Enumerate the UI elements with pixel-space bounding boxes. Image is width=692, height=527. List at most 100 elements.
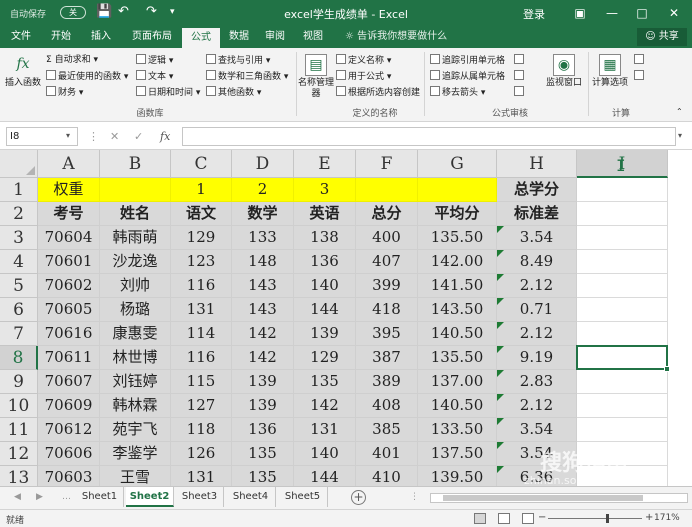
more-sheets-icon[interactable]: … [62, 492, 71, 502]
insert-function-button[interactable]: fx 插入函数 [4, 54, 42, 89]
cell-i8[interactable] [577, 346, 668, 370]
cell-i10[interactable] [577, 394, 668, 418]
cell-c11[interactable]: 118 [171, 418, 232, 442]
cell-e7[interactable]: 139 [294, 322, 356, 346]
cell-d5[interactable]: 143 [232, 274, 294, 298]
cell-h1[interactable]: 总学分 [497, 178, 577, 202]
row-header-5[interactable]: 5 [0, 274, 38, 298]
row-header-8[interactable]: 8 [0, 346, 38, 370]
cell-b7[interactable]: 康惠雯 [100, 322, 171, 346]
cell-f9[interactable]: 389 [356, 370, 418, 394]
cell-e8[interactable]: 129 [294, 346, 356, 370]
autosave-toggle[interactable]: 关 [60, 6, 86, 19]
cell-g5[interactable]: 141.50 [418, 274, 497, 298]
cell-i7[interactable] [577, 322, 668, 346]
recent-functions-button[interactable]: 最近使用的函数 ▾ [46, 70, 128, 83]
cell-d6[interactable]: 143 [232, 298, 294, 322]
cell-d9[interactable]: 139 [232, 370, 294, 394]
trace-precedents-button[interactable]: 追踪引用单元格 [430, 54, 505, 67]
cell-g12[interactable]: 137.50 [418, 442, 497, 466]
cell-b9[interactable]: 刘钰婷 [100, 370, 171, 394]
cell-g4[interactable]: 142.00 [418, 250, 497, 274]
column-header-h[interactable]: H [497, 150, 577, 178]
row-header-4[interactable]: 4 [0, 250, 38, 274]
cell-b5[interactable]: 刘帅 [100, 274, 171, 298]
cell-b12[interactable]: 李鉴学 [100, 442, 171, 466]
name-manager-button[interactable]: ▤ 名称管理器 [298, 54, 334, 100]
cell-g2[interactable]: 平均分 [418, 202, 497, 226]
cell-c12[interactable]: 126 [171, 442, 232, 466]
cell-c9[interactable]: 115 [171, 370, 232, 394]
calc-options-button[interactable]: ▦ 计算选项 [590, 54, 630, 89]
formula-input[interactable] [182, 127, 676, 146]
column-header-g[interactable]: G [418, 150, 497, 178]
define-name-button[interactable]: 定义名称 ▾ [336, 54, 391, 67]
cell-b8[interactable]: 林世博 [100, 346, 171, 370]
use-in-formula-button[interactable]: 用于公式 ▾ [336, 70, 391, 83]
cell-i2[interactable] [577, 202, 668, 226]
cell-b13[interactable]: 王雪 [100, 466, 171, 486]
cell-e9[interactable]: 135 [294, 370, 356, 394]
add-sheet-icon[interactable]: + [351, 490, 366, 505]
cell-g11[interactable]: 133.50 [418, 418, 497, 442]
cell-h5[interactable]: 2.12 [497, 274, 577, 298]
undo-icon[interactable]: ↶ [118, 4, 129, 20]
tab-review[interactable]: 审阅 [258, 26, 292, 48]
cell-b10[interactable]: 韩林霖 [100, 394, 171, 418]
ribbon-display-icon[interactable]: ▣ [568, 3, 592, 23]
name-box-dropdown-icon[interactable]: ▾ [66, 131, 70, 140]
cell-c8[interactable]: 116 [171, 346, 232, 370]
zoom-slider[interactable] [548, 518, 642, 519]
select-all-button[interactable] [0, 150, 38, 178]
cell-a11[interactable]: 70612 [38, 418, 100, 442]
cell-c6[interactable]: 131 [171, 298, 232, 322]
sheet-tab-1[interactable]: Sheet1 [76, 487, 124, 507]
cell-c10[interactable]: 127 [171, 394, 232, 418]
cell-h6[interactable]: 0.71 [497, 298, 577, 322]
cell-f7[interactable]: 395 [356, 322, 418, 346]
cell-c7[interactable]: 114 [171, 322, 232, 346]
cell-h8[interactable]: 9.19 [497, 346, 577, 370]
cell-b6[interactable]: 杨璐 [100, 298, 171, 322]
cell-f5[interactable]: 399 [356, 274, 418, 298]
row-header-13[interactable]: 13 [0, 466, 38, 486]
save-icon[interactable]: 💾 [96, 4, 112, 20]
row-header-12[interactable]: 12 [0, 442, 38, 466]
cell-f2[interactable]: 总分 [356, 202, 418, 226]
cell-g13[interactable]: 139.50 [418, 466, 497, 486]
cell-f3[interactable]: 400 [356, 226, 418, 250]
tell-me-search[interactable]: ☼ 告诉我你想要做什么 [345, 26, 447, 48]
cell-h2[interactable]: 标准差 [497, 202, 577, 226]
cell-g10[interactable]: 140.50 [418, 394, 497, 418]
cell-b4[interactable]: 沙龙逸 [100, 250, 171, 274]
cell-d13[interactable]: 135 [232, 466, 294, 486]
row-header-10[interactable]: 10 [0, 394, 38, 418]
column-header-e[interactable]: E [294, 150, 356, 178]
cell-e3[interactable]: 138 [294, 226, 356, 250]
remove-arrows-button[interactable]: 移去箭头 ▾ [430, 86, 485, 99]
cell-e6[interactable]: 144 [294, 298, 356, 322]
zoom-level[interactable]: 171% [654, 513, 680, 523]
text-button[interactable]: 文本 ▾ [136, 70, 173, 83]
cell-f6[interactable]: 418 [356, 298, 418, 322]
cell-b2[interactable]: 姓名 [100, 202, 171, 226]
cell-g9[interactable]: 137.00 [418, 370, 497, 394]
row-header-6[interactable]: 6 [0, 298, 38, 322]
tab-home[interactable]: 开始 [44, 26, 78, 48]
more-functions-button[interactable]: 其他函数 ▾ [206, 86, 261, 99]
enter-icon[interactable]: ✓ [134, 130, 143, 143]
cell-b3[interactable]: 韩雨萌 [100, 226, 171, 250]
zoom-out-icon[interactable]: − [538, 512, 546, 523]
cell-i11[interactable] [577, 418, 668, 442]
cell-c3[interactable]: 129 [171, 226, 232, 250]
cell-f13[interactable]: 410 [356, 466, 418, 486]
row-header-11[interactable]: 11 [0, 418, 38, 442]
cell-e4[interactable]: 136 [294, 250, 356, 274]
sheet-tab-2[interactable]: Sheet2 [126, 487, 174, 507]
close-icon[interactable]: ✕ [662, 3, 686, 23]
cell-f1[interactable] [356, 178, 418, 202]
column-header-c[interactable]: C [171, 150, 232, 178]
cell-g1[interactable] [418, 178, 497, 202]
trace-dependents-button[interactable]: 追踪从属单元格 [430, 70, 505, 83]
cell-a5[interactable]: 70602 [38, 274, 100, 298]
